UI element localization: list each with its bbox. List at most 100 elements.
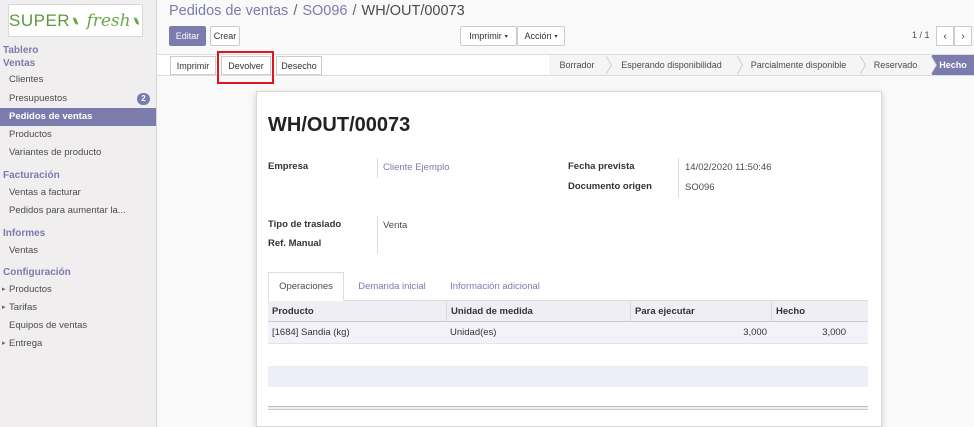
edit-button[interactable]: Editar bbox=[169, 26, 206, 46]
column-header-to-do[interactable]: Para ejecutar bbox=[630, 301, 771, 322]
status-separator bbox=[930, 55, 936, 75]
sidebar-item-clientes[interactable]: Clientes bbox=[0, 71, 156, 89]
sidebar-section-reports[interactable]: Informes bbox=[3, 228, 45, 239]
status-done: Hecho bbox=[932, 55, 974, 75]
breadcrumb: Pedidos de ventas / SO096/WH/OUT/00073 bbox=[169, 3, 465, 19]
column-header-done[interactable]: Hecho bbox=[771, 301, 868, 322]
scheduled-date-label: Fecha prevista bbox=[568, 161, 635, 172]
chevron-right-icon[interactable]: › bbox=[954, 26, 972, 46]
cell-uom: Unidad(es) bbox=[450, 327, 497, 338]
sidebar-item-tarifas[interactable]: ▸ Tarifas bbox=[0, 299, 156, 317]
count-badge: 2 bbox=[137, 93, 150, 105]
sidebar-item-ventas-informe[interactable]: Ventas bbox=[0, 242, 156, 260]
status-separator bbox=[859, 55, 865, 75]
action-dropdown-label: Acción bbox=[524, 31, 552, 41]
create-button[interactable]: Crear bbox=[210, 26, 240, 46]
status-separator bbox=[736, 55, 742, 75]
sidebar-item-label: Variantes de producto bbox=[9, 147, 102, 158]
partner-label: Empresa bbox=[268, 161, 309, 172]
status-separator bbox=[605, 55, 611, 75]
status-label: Esperando disponibilidad bbox=[621, 60, 722, 70]
sidebar-section-sales[interactable]: Ventas bbox=[3, 58, 35, 69]
breadcrumb-separator: / bbox=[352, 3, 357, 19]
tab-demanda-inicial[interactable]: Demanda inicial bbox=[349, 272, 435, 301]
scheduled-date-value: 14/02/2020 11:50:46 bbox=[685, 162, 772, 173]
sidebar-item-productos[interactable]: Productos bbox=[0, 126, 156, 144]
sidebar-item-label: Clientes bbox=[9, 74, 44, 85]
breadcrumb-current: WH/OUT/00073 bbox=[361, 3, 465, 19]
pager-value[interactable]: 1 / 1 bbox=[912, 30, 930, 40]
status-label: Reservado bbox=[873, 60, 918, 70]
cell-product: [1684] Sandia (kg) bbox=[272, 327, 350, 338]
manual-ref-label: Ref. Manual bbox=[268, 238, 322, 249]
status-reserved: Reservado bbox=[861, 55, 937, 75]
sidebar-item-label: Presupuestos bbox=[9, 93, 68, 104]
highlight-box bbox=[217, 51, 274, 84]
caret-down-icon: ▾ bbox=[554, 33, 558, 40]
field-divider bbox=[377, 158, 378, 178]
sidebar-item-label: Pedidos para aumentar la... bbox=[9, 205, 126, 216]
breadcrumb-order[interactable]: SO096 bbox=[302, 3, 347, 19]
caret-right-icon: ▸ bbox=[2, 304, 6, 311]
caret-right-icon: ▸ bbox=[2, 340, 6, 347]
table-row[interactable]: [1684] Sandia (kg) Unidad(es) 3,000 3,00… bbox=[268, 322, 868, 344]
table-header: Producto Unidad de medida Para ejecutar … bbox=[268, 301, 868, 322]
field-divider bbox=[377, 216, 378, 254]
table-footer bbox=[268, 406, 868, 410]
sidebar-item-label: Ventas bbox=[9, 245, 39, 256]
sidebar-item-pedidos-aumentar[interactable]: Pedidos para aumentar la... bbox=[0, 202, 156, 220]
breadcrumb-sales-orders[interactable]: Pedidos de ventas bbox=[169, 3, 288, 19]
status-label: Parcialmente disponible bbox=[750, 60, 847, 70]
operation-type-value: Venta bbox=[383, 220, 408, 231]
cell-to-do: 3,000 bbox=[743, 327, 767, 338]
logo-text-super: SUPER bbox=[9, 10, 71, 30]
chevron-left-icon[interactable]: ‹ bbox=[936, 26, 954, 46]
status-waiting: Esperando disponibilidad bbox=[607, 55, 743, 75]
sidebar-item-entrega[interactable]: ▸ Entrega bbox=[0, 335, 156, 353]
sidebar-item-label: Ventas a facturar bbox=[9, 187, 81, 198]
scrap-button[interactable]: Desecho bbox=[276, 56, 322, 75]
sidebar-item-label: Tarifas bbox=[9, 302, 37, 313]
sidebar-item-label: Productos bbox=[9, 284, 52, 295]
field-divider bbox=[678, 158, 679, 198]
sidebar-item-variantes[interactable]: Variantes de producto bbox=[0, 144, 156, 162]
sidebar-section-dashboard[interactable]: Tablero bbox=[3, 45, 38, 56]
status-partially-available: Parcialmente disponible bbox=[738, 55, 866, 75]
sidebar-item-config-productos[interactable]: ▸ Productos bbox=[0, 281, 156, 299]
sidebar-section-invoicing[interactable]: Facturación bbox=[3, 170, 60, 181]
status-label: Borrador bbox=[559, 60, 595, 70]
action-dropdown-button[interactable]: Acción ▾ bbox=[517, 26, 565, 46]
column-header-product[interactable]: Producto bbox=[268, 301, 446, 322]
caret-down-icon: ▾ bbox=[504, 33, 508, 40]
sidebar-item-label: Pedidos de ventas bbox=[9, 111, 93, 122]
sidebar-item-label: Productos bbox=[9, 129, 52, 140]
table-row-empty bbox=[268, 344, 868, 366]
leaf-icon bbox=[133, 16, 140, 25]
source-document-value: SO096 bbox=[685, 182, 715, 193]
partner-value[interactable]: Cliente Ejemplo bbox=[383, 162, 450, 173]
cell-done: 3,000 bbox=[822, 327, 846, 338]
sidebar-item-equipos-de-ventas[interactable]: Equipos de ventas bbox=[0, 317, 156, 335]
sidebar-item-pedidos-de-ventas[interactable]: Pedidos de ventas bbox=[0, 108, 156, 126]
sidebar: SUPER fresh Tablero Ventas Clientes Pres… bbox=[0, 0, 157, 427]
sidebar-item-ventas-a-facturar[interactable]: Ventas a facturar bbox=[0, 184, 156, 202]
logo-text-fresh: fresh bbox=[86, 10, 131, 31]
caret-right-icon: ▸ bbox=[2, 286, 6, 293]
print-button[interactable]: Imprimir bbox=[170, 56, 216, 75]
leaf-icon bbox=[72, 16, 79, 25]
sidebar-item-label: Equipos de ventas bbox=[9, 320, 88, 331]
record-title: WH/OUT/00073 bbox=[268, 114, 411, 136]
print-dropdown-label: Imprimir bbox=[469, 31, 502, 41]
print-dropdown-button[interactable]: Imprimir ▾ bbox=[460, 26, 517, 46]
sidebar-item-label: Entrega bbox=[9, 338, 43, 349]
company-logo[interactable]: SUPER fresh bbox=[8, 4, 143, 37]
column-header-uom[interactable]: Unidad de medida bbox=[446, 301, 630, 322]
table-row-empty bbox=[268, 366, 868, 387]
tab-operaciones[interactable]: Operaciones bbox=[268, 272, 344, 301]
source-document-label: Documento origen bbox=[568, 181, 652, 192]
tab-informacion-adicional[interactable]: Información adicional bbox=[442, 272, 548, 301]
sidebar-item-presupuestos[interactable]: Presupuestos 2 bbox=[0, 90, 156, 108]
breadcrumb-separator: / bbox=[293, 3, 298, 19]
operation-type-label: Tipo de traslado bbox=[268, 219, 342, 230]
sidebar-section-configuration[interactable]: Configuración bbox=[3, 267, 71, 278]
